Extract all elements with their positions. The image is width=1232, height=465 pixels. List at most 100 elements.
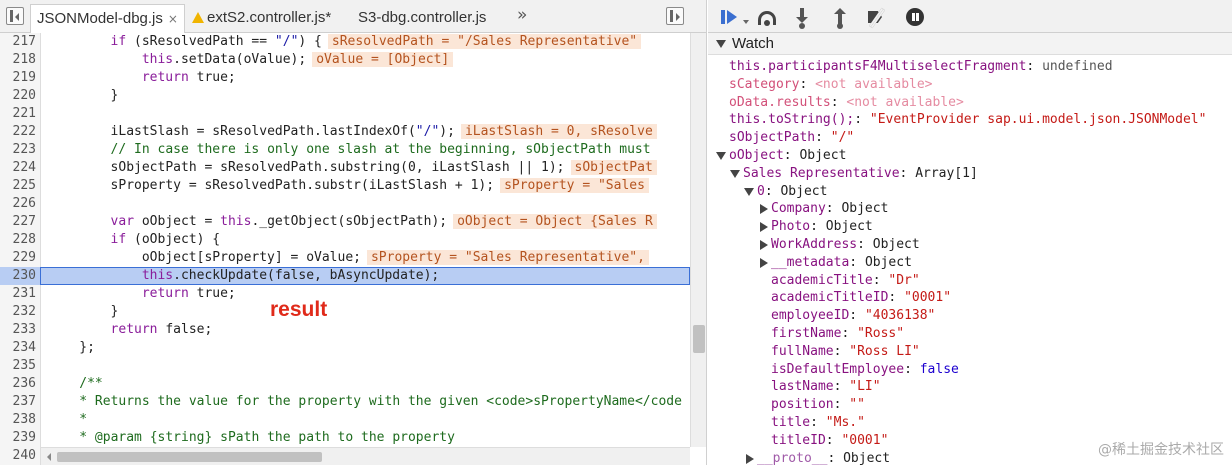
step-into-icon[interactable] <box>791 6 813 29</box>
line-number[interactable]: 227 <box>0 213 36 231</box>
tab-exts2-controller[interactable]: extS2.controller.js* <box>192 4 331 33</box>
code-text: return true; <box>142 285 236 303</box>
code-token: this <box>220 214 252 229</box>
line-number[interactable]: 234 <box>0 339 36 357</box>
collapsed-triangle-icon[interactable] <box>760 222 768 233</box>
watch-row[interactable]: __metadata: Object <box>708 254 1232 272</box>
toggle-navigator-icon[interactable] <box>6 7 24 25</box>
deactivate-breakpoints-icon[interactable] <box>866 6 888 29</box>
line-number[interactable]: 239 <box>0 429 36 447</box>
code-line[interactable]: 238 * <box>0 411 690 429</box>
watch-entry: __metadata: Object <box>771 254 912 272</box>
line-number[interactable]: 221 <box>0 105 36 123</box>
scrollbar-thumb[interactable] <box>693 325 705 353</box>
code-line[interactable]: 233 return false; <box>0 321 690 339</box>
line-number[interactable]: 228 <box>0 231 36 249</box>
collapsed-triangle-icon[interactable] <box>760 239 768 250</box>
code-line[interactable]: 230 this.checkUpdate(false, bAsyncUpdate)… <box>0 267 690 285</box>
code-line[interactable]: 235 <box>0 357 690 375</box>
line-number[interactable]: 223 <box>0 141 36 159</box>
code-line[interactable]: 231 return true; <box>0 285 690 303</box>
code-line[interactable]: 226 <box>0 195 690 213</box>
close-tab-icon[interactable]: × <box>168 12 178 26</box>
horizontal-scrollbar[interactable] <box>41 447 690 465</box>
scroll-left-icon[interactable] <box>43 453 51 461</box>
line-number[interactable]: 233 <box>0 321 36 339</box>
line-number[interactable]: 237 <box>0 393 36 411</box>
code-line[interactable]: 229 oObject[sProperty] = oValue; sProperty… <box>0 249 690 267</box>
toggle-debugger-icon[interactable] <box>666 7 684 25</box>
watch-row[interactable]: WorkAddress: Object <box>708 236 1232 254</box>
code-line[interactable]: 239 * @param {string} sPath the path to t… <box>0 429 690 447</box>
line-number[interactable]: 224 <box>0 159 36 177</box>
code-line[interactable]: 225 sProperty = sResolvedPath.substr(iLas… <box>0 177 690 195</box>
line-number[interactable]: 225 <box>0 177 36 195</box>
code-token: oObject[sProperty] = oValue; <box>141 250 361 265</box>
line-number[interactable]: 231 <box>0 285 36 303</box>
watch-row[interactable]: Company: Object <box>708 200 1232 218</box>
line-number[interactable]: 236 <box>0 375 36 393</box>
code-text: this.checkUpdate(false, bAsyncUpdate); <box>142 267 439 285</box>
line-number[interactable]: 222 <box>0 123 36 141</box>
collapsed-triangle-icon[interactable] <box>746 453 754 464</box>
watch-row[interactable]: oObject: Object <box>708 147 1232 165</box>
line-number[interactable]: 218 <box>0 51 36 69</box>
watch-row[interactable]: Sales Representative: Array[1] <box>708 165 1232 183</box>
line-number[interactable]: 240 <box>0 447 36 465</box>
code-line[interactable]: 222 iLastSlash = sResolvedPath.lastIndexO… <box>0 123 690 141</box>
code-line[interactable]: 234}; <box>0 339 690 357</box>
watch-value: "0001" <box>841 432 889 448</box>
code-line[interactable]: 218 this.setData(oValue); oValue = [Object… <box>0 51 690 69</box>
code-text: /** <box>79 375 102 393</box>
code-line[interactable]: 228 if (oObject) { <box>0 231 690 249</box>
code-line[interactable]: 237 * Returns the value for the property … <box>0 393 690 411</box>
watch-row[interactable]: Photo: Object <box>708 218 1232 236</box>
line-number[interactable]: 219 <box>0 69 36 87</box>
code-line[interactable]: 223 // In case there is only one slash at… <box>0 141 690 159</box>
line-number[interactable]: 232 <box>0 303 36 321</box>
scrollbar-thumb[interactable] <box>57 452 322 462</box>
debugger-toolbar <box>708 0 1232 33</box>
line-number[interactable]: 217 <box>0 33 36 51</box>
tab-jsonmodel-dbg[interactable]: JSONModel-dbg.js × <box>30 4 185 33</box>
line-number[interactable]: 220 <box>0 87 36 105</box>
code-line[interactable]: 221 <box>0 105 690 123</box>
code-area[interactable]: 217 if (sResolvedPath == "/") {sResolvedP… <box>0 33 690 465</box>
code-line[interactable]: 236 /** <box>0 375 690 393</box>
code-line[interactable]: 232} <box>0 303 690 321</box>
step-out-icon[interactable] <box>829 6 851 29</box>
separator: : <box>810 414 826 430</box>
code-line[interactable]: 220} <box>0 87 690 105</box>
line-number[interactable]: 238 <box>0 411 36 429</box>
collapse-watch-icon[interactable] <box>716 40 726 48</box>
expanded-triangle-icon[interactable] <box>730 169 740 178</box>
watch-section-header[interactable]: Watch <box>708 33 1232 55</box>
separator: : <box>1026 59 1043 74</box>
code-line[interactable]: 227 var oObject = this._getObject(sObject… <box>0 213 690 231</box>
more-tabs-icon[interactable]: » <box>517 5 527 25</box>
code-token: return <box>141 286 189 301</box>
code-text: } <box>111 87 119 105</box>
code-line[interactable]: 219 return true; <box>0 69 690 87</box>
code-line[interactable]: 217 if (sResolvedPath == "/") {sResolvedP… <box>0 33 690 51</box>
code-line[interactable]: 224 sObjectPath = sResolvedPath.substring… <box>0 159 690 177</box>
line-number[interactable]: 235 <box>0 357 36 375</box>
watch-value: "LI" <box>849 379 881 395</box>
line-number[interactable]: 229 <box>0 249 36 267</box>
code-token: * <box>79 412 88 427</box>
line-number[interactable]: 230 <box>0 267 36 285</box>
tab-s3-dbg-controller[interactable]: S3-dbg.controller.js <box>358 4 486 33</box>
watch-key: this.toString(); <box>729 112 855 128</box>
line-number[interactable]: 226 <box>0 195 36 213</box>
pause-on-exceptions-icon[interactable] <box>904 6 926 28</box>
collapsed-triangle-icon[interactable] <box>760 257 768 268</box>
expanded-triangle-icon[interactable] <box>716 151 726 160</box>
vertical-scrollbar[interactable] <box>690 33 706 447</box>
collapsed-triangle-icon[interactable] <box>760 204 768 215</box>
code-token: false; <box>157 322 213 337</box>
expanded-triangle-icon[interactable] <box>744 187 754 196</box>
watch-row[interactable]: 0: Object <box>708 183 1232 201</box>
resume-icon[interactable] <box>718 6 749 28</box>
step-over-icon[interactable] <box>756 6 778 28</box>
code-token: return <box>141 70 189 85</box>
